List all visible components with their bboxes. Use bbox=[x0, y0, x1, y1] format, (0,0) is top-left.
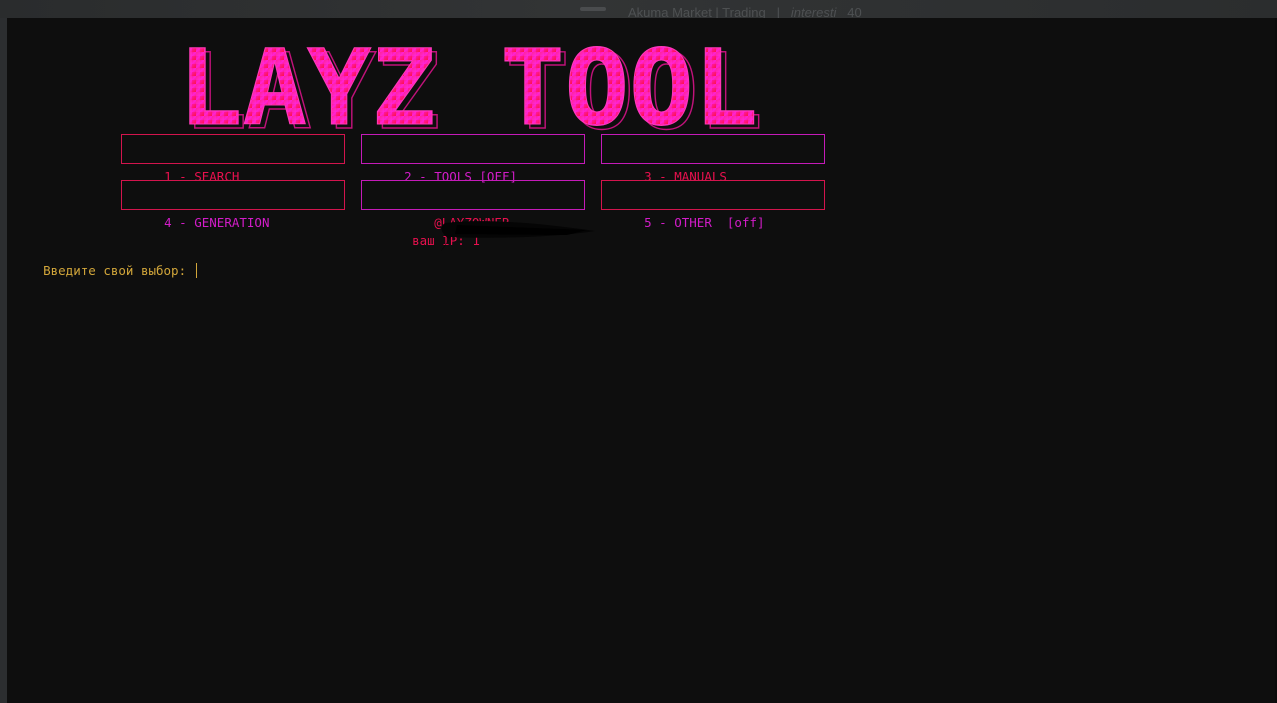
logo-banner: LAYZ TOOL LAYZ TOOL bbox=[178, 36, 763, 140]
menu-search-button[interactable]: 1 - SEARCH bbox=[121, 134, 345, 184]
redaction-scribble bbox=[441, 221, 595, 251]
menu-other-label: 5 - OTHER [off] bbox=[644, 215, 765, 230]
menu-manuals-button[interactable]: 3 - MANUALS bbox=[601, 134, 825, 184]
window-left-edge bbox=[0, 18, 7, 703]
terminal-window[interactable]: LAYZ TOOL LAYZ TOOL 1 - SEARCH 2 - TOOLS… bbox=[7, 18, 1277, 703]
menu-owner-button[interactable]: @LAYZOWNER bbox=[361, 180, 585, 230]
menu-icon bbox=[580, 7, 606, 11]
input-prompt[interactable]: Введите свой выбор: bbox=[13, 248, 197, 293]
text-cursor bbox=[195, 263, 197, 278]
menu-other-button[interactable]: 5 - OTHER [off] bbox=[601, 180, 825, 230]
background-window-titlebar: Akuma Market | Trading | interesti 40 bbox=[0, 0, 1277, 20]
prompt-text: Введите свой выбор: bbox=[43, 263, 194, 278]
menu-generation-button[interactable]: 4 - GENERATION bbox=[121, 180, 345, 230]
menu-tools-button[interactable]: 2 - TOOLS [OFF] bbox=[361, 134, 585, 184]
menu-generation-label: 4 - GENERATION bbox=[164, 215, 270, 230]
logo-text: LAYZ TOOL bbox=[178, 36, 758, 140]
